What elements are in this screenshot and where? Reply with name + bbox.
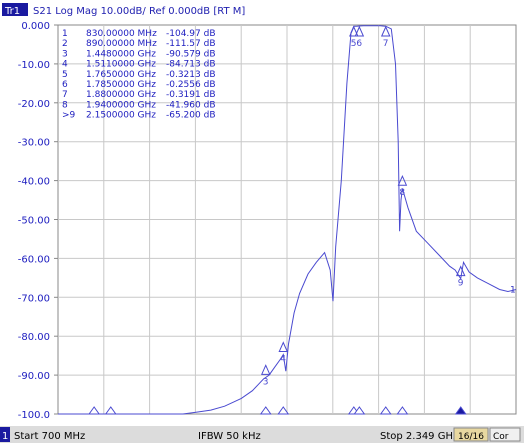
marker-row-value: -41.960 dB: [166, 100, 216, 110]
marker-row-frequency: 1.5110000 GHz: [86, 60, 156, 70]
marker-row-value: -84.713 dB: [166, 60, 216, 70]
y-tick-label: -60.00: [18, 254, 50, 265]
y-tick-label: -70.00: [18, 293, 50, 304]
marker-row-value: -0.2556 dB: [166, 80, 216, 90]
marker-row-id: 1: [62, 29, 68, 39]
marker-row-id: >9: [62, 111, 76, 121]
y-axis-ticks: 0.000 -10.00 -20.00 -30.00 -40.00 -50.00 -60.0…: [18, 21, 58, 421]
channel-number[interactable]: 1: [2, 431, 8, 442]
y-tick-label: 0.000: [21, 21, 50, 32]
marker-row-frequency: 890.00000 MHz: [86, 39, 157, 49]
marker-row-value: -0.3213 dB: [166, 70, 216, 80]
correction-indicator[interactable]: Cor: [493, 432, 509, 442]
y-tick-label: -10.00: [18, 60, 50, 71]
marker-row-frequency: 1.9400000 GHz: [86, 100, 156, 110]
marker-row-value: -0.3191 dB: [166, 90, 216, 100]
marker-row-id: 6: [62, 80, 68, 90]
y-tick-label: -100.0: [18, 410, 50, 421]
marker-flag-label: 8: [399, 188, 405, 198]
marker-row-frequency: 2.1500000 GHz: [86, 111, 156, 121]
marker-row-id: 5: [62, 70, 68, 80]
marker-row-id: 4: [62, 60, 68, 70]
marker-row-frequency: 1.7650000 GHz: [86, 70, 156, 80]
marker-flag-label: 4: [280, 355, 286, 365]
marker-row-frequency: 1.4480000 GHz: [86, 49, 156, 59]
marker-row-frequency: 1.7850000 GHz: [86, 80, 156, 90]
start-frequency[interactable]: Start 700 MHz: [14, 431, 85, 442]
marker-row-id: 3: [62, 49, 68, 59]
trace-label[interactable]: Tr1: [4, 6, 20, 17]
y-tick-label: -40.00: [18, 177, 50, 188]
marker-flag-label: 6: [356, 39, 362, 49]
ifbw-setting[interactable]: IFBW 50 kHz: [198, 431, 261, 442]
y-tick-label: -90.00: [18, 371, 50, 382]
marker-row-value: -111.57 dB: [166, 39, 216, 49]
marker-row-frequency: 830.00000 MHz: [86, 29, 157, 39]
marker-flag-label: 7: [383, 39, 389, 49]
marker-row-value: -90.579 dB: [166, 49, 216, 59]
points-indicator: 16/16: [458, 432, 484, 442]
marker-flag-label: 9: [458, 279, 464, 289]
marker-row-value: -65.200 dB: [166, 111, 216, 121]
marker-row-id: 7: [62, 90, 68, 100]
stop-frequency[interactable]: Stop 2.349 GHz: [380, 431, 458, 442]
y-tick-label: -20.00: [18, 99, 50, 110]
marker-table: 1 830.00000 MHz -104.97 dB 2 890.00000 MHz -…: [62, 29, 216, 121]
y-tick-label: -50.00: [18, 216, 50, 227]
y-tick-label: -30.00: [18, 138, 50, 149]
marker-row-id: 2: [62, 39, 68, 49]
trace-parameters: S21 Log Mag 10.00dB/ Ref 0.000dB [RT M]: [33, 6, 245, 17]
marker-row-frequency: 1.8800000 GHz: [86, 90, 156, 100]
analyzer-screen: Tr1 S21 Log Mag 10.00dB/ Ref 0.000dB [RT…: [0, 0, 524, 443]
marker-row-value: -104.97 dB: [166, 29, 216, 39]
trace-end-label: 1: [510, 286, 516, 296]
marker-row-id: 8: [62, 100, 68, 110]
marker-flag-label: 3: [263, 377, 269, 387]
y-tick-label: -80.00: [18, 332, 50, 343]
